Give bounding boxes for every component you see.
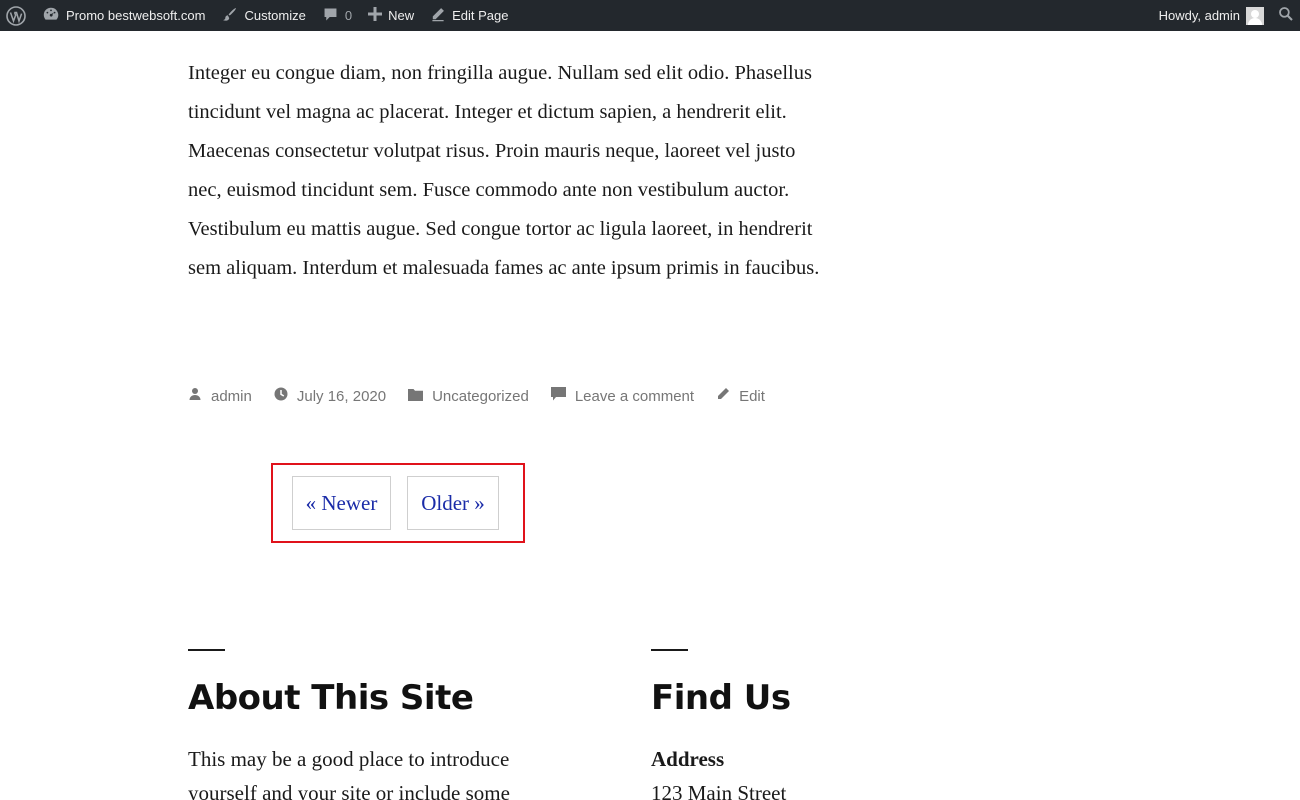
site-name-label: Promo bestwebsoft.com bbox=[66, 8, 206, 23]
author-link[interactable]: admin bbox=[211, 388, 252, 405]
new-label: New bbox=[388, 8, 415, 23]
pencil-icon bbox=[430, 6, 446, 25]
find-us-title: Find Us bbox=[651, 678, 791, 718]
customize-label: Customize bbox=[244, 8, 306, 23]
widget-divider bbox=[651, 649, 688, 651]
address-label: Address bbox=[651, 747, 725, 771]
search-button[interactable] bbox=[1268, 0, 1300, 31]
customize-menu[interactable]: Customize bbox=[213, 0, 313, 31]
plus-icon bbox=[368, 7, 383, 24]
new-content-menu[interactable]: New bbox=[360, 0, 422, 31]
pencil-icon bbox=[716, 387, 739, 405]
meta-category[interactable]: Uncategorized bbox=[408, 388, 529, 405]
admin-bar: Promo bestwebsoft.com Customize 0 New Ed… bbox=[0, 0, 1300, 31]
meta-author[interactable]: admin bbox=[188, 387, 252, 405]
post-meta: admin July 16, 2020 Uncategorized Leave … bbox=[188, 384, 787, 408]
meta-edit[interactable]: Edit bbox=[716, 387, 765, 405]
category-link[interactable]: Uncategorized bbox=[432, 388, 529, 405]
edit-page-label: Edit Page bbox=[452, 8, 509, 23]
my-account-menu[interactable]: Howdy, admin bbox=[1151, 0, 1268, 31]
comments-count: 0 bbox=[344, 8, 353, 23]
person-icon bbox=[188, 387, 211, 405]
comment-bubble-icon bbox=[550, 387, 575, 405]
edit-page-menu[interactable]: Edit Page bbox=[422, 0, 516, 31]
address-block: Address 123 Main Street bbox=[651, 742, 1031, 800]
older-posts-button[interactable]: Older » bbox=[407, 476, 499, 530]
meta-comments[interactable]: Leave a comment bbox=[550, 387, 694, 405]
brush-icon bbox=[221, 6, 238, 26]
address-line: 123 Main Street bbox=[651, 781, 787, 800]
folder-icon bbox=[408, 388, 432, 405]
comments-menu[interactable]: 0 bbox=[314, 0, 360, 31]
about-text: This may be a good place to introduce yo… bbox=[188, 747, 510, 800]
clock-icon bbox=[274, 387, 297, 405]
dashboard-icon bbox=[42, 5, 60, 26]
about-title: About This Site bbox=[188, 678, 474, 718]
find-us-widget: Find Us Address 123 Main Street bbox=[651, 649, 1031, 800]
wordpress-logo-icon[interactable] bbox=[0, 0, 34, 31]
edit-link[interactable]: Edit bbox=[739, 388, 765, 405]
date-link[interactable]: July 16, 2020 bbox=[297, 388, 386, 405]
widget-divider bbox=[188, 649, 225, 651]
greeting-label: Howdy, admin bbox=[1158, 8, 1240, 23]
site-name-menu[interactable]: Promo bestwebsoft.com bbox=[34, 0, 213, 31]
newer-posts-button[interactable]: « Newer bbox=[292, 476, 391, 530]
comment-icon bbox=[322, 6, 339, 26]
meta-date[interactable]: July 16, 2020 bbox=[274, 387, 386, 405]
about-widget: About This Site This may be a good place… bbox=[188, 649, 568, 800]
search-icon bbox=[1278, 6, 1294, 25]
post-paragraph: Integer eu congue diam, non fringilla au… bbox=[188, 62, 820, 279]
comments-link[interactable]: Leave a comment bbox=[575, 388, 694, 405]
pagination-highlight: « Newer Older » bbox=[271, 463, 525, 543]
avatar bbox=[1246, 6, 1264, 25]
